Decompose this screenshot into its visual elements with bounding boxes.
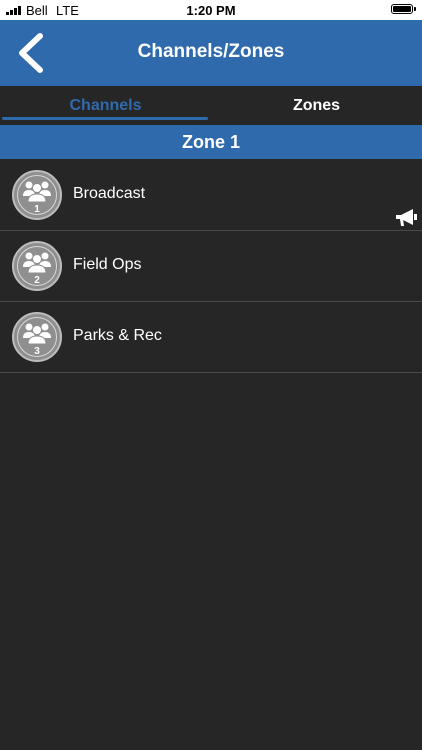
app-screen: Bell LTE 1:20 PM Channels/Zones Channels…: [0, 0, 422, 750]
channel-number: 1: [34, 204, 40, 215]
nav-bar: Channels/Zones: [0, 20, 422, 86]
group-icon: [23, 323, 51, 345]
tab-zones[interactable]: Zones: [211, 86, 422, 124]
group-icon: [23, 252, 51, 274]
channel-avatar: 3: [12, 312, 62, 362]
group-icon: [23, 181, 51, 203]
channel-row-field-ops[interactable]: 2 Field Ops: [0, 231, 422, 302]
channel-number: 2: [34, 275, 40, 286]
battery-icon: [391, 4, 413, 14]
zone-header: Zone 1: [0, 125, 422, 159]
channel-name: Field Ops: [73, 256, 142, 273]
active-tab-indicator: [2, 117, 208, 120]
channel-list: 1 Broadcast 2 Field Ops 3 Parks & Rec: [0, 160, 422, 373]
channel-name: Parks & Rec: [73, 327, 162, 344]
channel-row-broadcast[interactable]: 1 Broadcast: [0, 160, 422, 231]
megaphone-icon[interactable]: [394, 208, 418, 228]
tab-bar: Channels Zones: [0, 86, 422, 124]
status-time: 1:20 PM: [186, 3, 236, 18]
status-bar: Bell LTE 1:20 PM: [0, 0, 422, 20]
channel-number: 3: [34, 346, 40, 357]
channel-avatar: 1: [12, 170, 62, 220]
page-title: Channels/Zones: [137, 41, 285, 62]
battery-tip: [414, 7, 416, 11]
channel-name: Broadcast: [73, 185, 146, 202]
channel-row-parks-rec[interactable]: 3 Parks & Rec: [0, 302, 422, 373]
channel-avatar: 2: [12, 241, 62, 291]
